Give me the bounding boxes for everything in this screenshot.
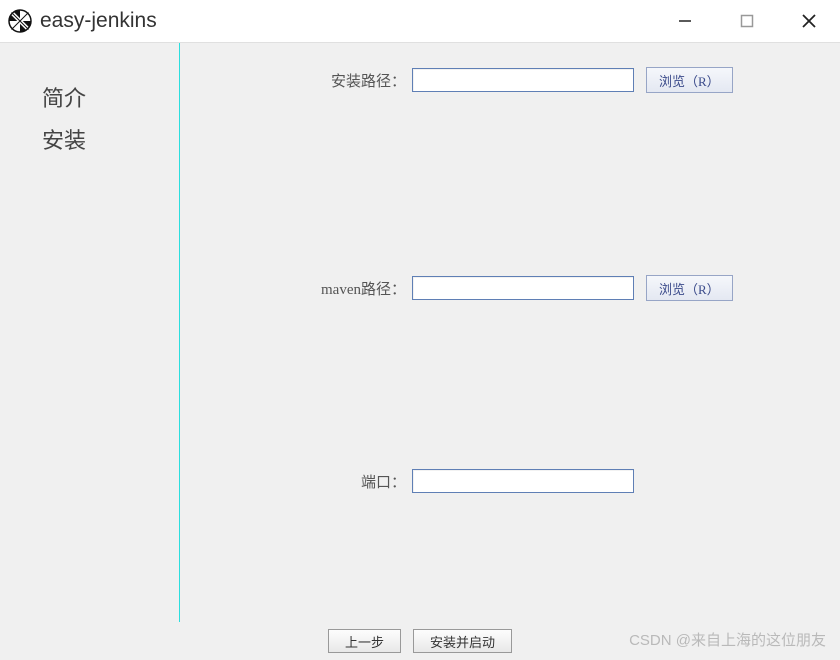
maximize-button[interactable] bbox=[716, 0, 778, 42]
maven-path-input[interactable] bbox=[412, 276, 634, 300]
body-area: 简介 安装 安装路径： 浏览（R） maven路径： 浏览（R） 端口： bbox=[0, 42, 840, 622]
sidebar: 简介 安装 bbox=[0, 43, 180, 622]
minimize-button[interactable] bbox=[654, 0, 716, 42]
install-path-label: 安装路径： bbox=[310, 70, 406, 91]
port-input[interactable] bbox=[412, 469, 634, 493]
install-start-button[interactable]: 安装并启动 bbox=[413, 629, 512, 653]
port-label: 端口： bbox=[310, 471, 406, 492]
main-panel: 安装路径： 浏览（R） maven路径： 浏览（R） 端口： bbox=[180, 43, 840, 622]
app-icon bbox=[8, 9, 32, 33]
footer: 上一步 安装并启动 CSDN @来自上海的这位朋友 bbox=[0, 622, 840, 660]
install-path-browse-button[interactable]: 浏览（R） bbox=[646, 67, 733, 93]
maximize-icon bbox=[740, 14, 754, 28]
maven-path-label: maven路径： bbox=[310, 278, 406, 299]
watermark: CSDN @来自上海的这位朋友 bbox=[629, 629, 826, 650]
row-install-path: 安装路径： 浏览（R） bbox=[310, 67, 733, 93]
titlebar: easy-jenkins bbox=[0, 0, 840, 42]
row-port: 端口： bbox=[310, 469, 634, 493]
window: easy-jenkins 简介 安装 bbox=[0, 0, 840, 660]
sidebar-item-install[interactable]: 安装 bbox=[42, 123, 179, 155]
prev-button[interactable]: 上一步 bbox=[328, 629, 401, 653]
maven-path-browse-button[interactable]: 浏览（R） bbox=[646, 275, 733, 301]
window-controls bbox=[654, 0, 840, 42]
sidebar-item-intro[interactable]: 简介 bbox=[42, 81, 179, 113]
minimize-icon bbox=[678, 14, 692, 28]
app-title: easy-jenkins bbox=[40, 9, 654, 33]
close-button[interactable] bbox=[778, 0, 840, 42]
install-path-input[interactable] bbox=[412, 68, 634, 92]
row-maven-path: maven路径： 浏览（R） bbox=[310, 275, 733, 301]
close-icon bbox=[801, 13, 817, 29]
